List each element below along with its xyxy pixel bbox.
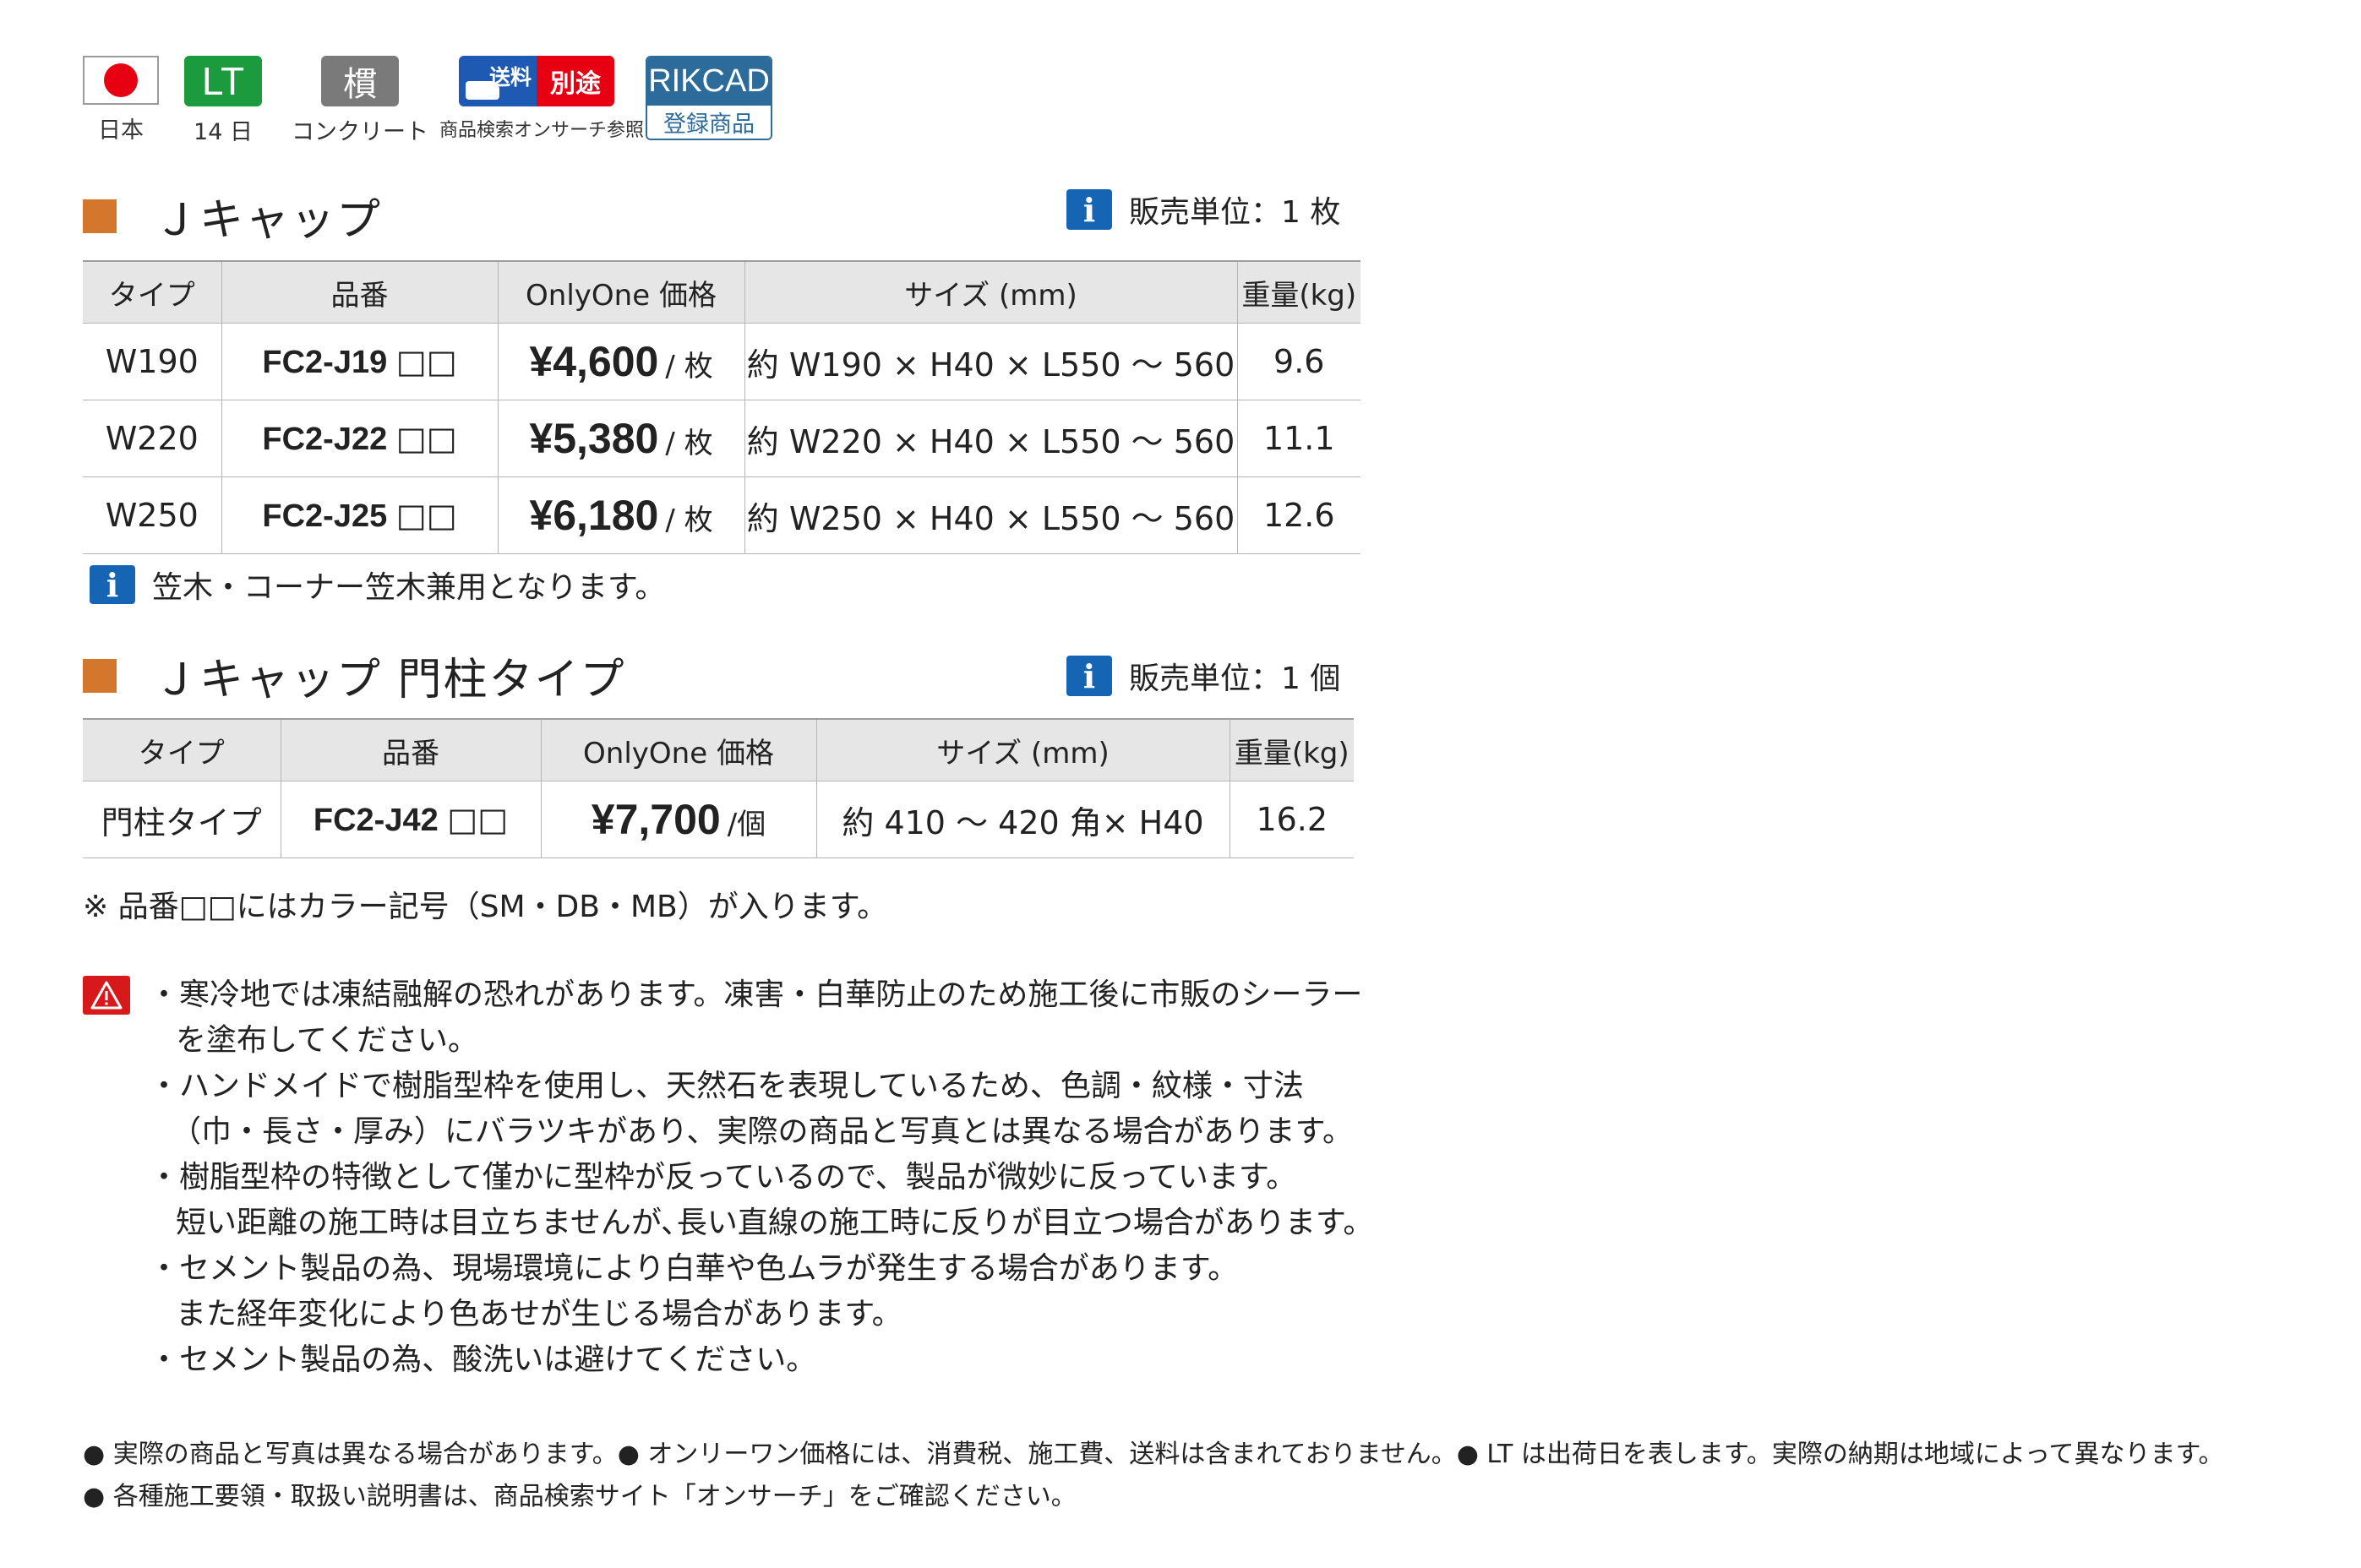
header-code: 品番: [280, 718, 542, 781]
shipping-label: 商品検索オンサーチ参照: [439, 120, 645, 141]
header-price: OnlyOne 価格: [497, 260, 745, 324]
cell-type: W220: [83, 400, 222, 477]
shipping-mark-right: 別途: [537, 56, 614, 106]
cell-type: W250: [83, 476, 222, 554]
section1-sales-unit: i 販売単位：1 枚: [1066, 188, 1340, 231]
section2-title: Ｊキャップ 門柱タイプ: [154, 655, 626, 705]
shipping-mark-left: 送料: [488, 65, 532, 90]
caution-item: ・セメント製品の為、現場環境により白華や色ムラが発生する場合があります。 また経…: [149, 1251, 1239, 1331]
section1-table: タイプ 品番 OnlyOne 価格 サイズ (mm) 重量(kg) W190 F…: [83, 260, 1360, 554]
caution-item: ・寒冷地では凍結融解の恐れがあります。凍害・白華防止のため施工後に市販のシーラー…: [149, 977, 1363, 1058]
header-type: タイプ: [83, 718, 281, 781]
origin-badge: 日本: [83, 56, 159, 144]
cell-size: 約 W250 × H40 × L550 ～ 560: [744, 476, 1238, 554]
shipping-badge: 送料 別途 商品検索オンサーチ参照: [439, 56, 645, 142]
cell-size: 約 410 ～ 420 角× H40: [815, 781, 1230, 858]
section1-title: Ｊキャップ: [154, 195, 383, 246]
header-weight: 重量(kg): [1236, 260, 1360, 324]
cell-size: 約 W220 × H40 × L550 ～ 560: [744, 400, 1238, 477]
section2-sales-unit: i 販売単位：1 個: [1066, 654, 1340, 698]
cell-price: ¥7,700/個: [540, 781, 817, 858]
catalog-page: 日本 LT 14 日 樌 コンクリート 送料 別途 商品検索オンサーチ参照 RI…: [0, 0, 2361, 1568]
section2-table: タイプ 品番 OnlyOne 価格 サイズ (mm) 重量(kg) 門柱タイプ …: [83, 718, 1354, 858]
shipping-mark: 送料 別途: [459, 56, 614, 106]
rikcad-mark: RIKCAD: [647, 57, 771, 106]
japan-flag-icon: [83, 56, 159, 105]
cell-code: FC2-J19 □□: [221, 323, 499, 400]
lead-time-label: 14 日: [194, 119, 253, 145]
caution-item: ・セメント製品の為、酸洗いは避けてください。: [149, 1342, 817, 1377]
bottom-note: ● 実際の商品と写真は異なる場合があります。● オンリーワン価格には、消費税、施…: [83, 1440, 2224, 1469]
section-marker-icon: [83, 199, 117, 233]
material-badge: 樌 コンクリート: [284, 56, 436, 146]
info-icon: i: [1066, 189, 1112, 230]
section-marker-icon: [83, 658, 117, 693]
header-size: サイズ (mm): [744, 260, 1238, 324]
rikcad-badge: RIKCAD 登録商品: [646, 56, 772, 140]
section1-heading: Ｊキャップ: [83, 184, 382, 248]
cell-code: FC2-J22 □□: [221, 400, 499, 477]
table-row: W190 FC2-J19 □□ ¥4,600/ 枚 約 W190 × H40 ×…: [83, 323, 1360, 400]
header-code: 品番: [221, 260, 499, 324]
truck-icon: 送料: [459, 56, 537, 106]
cell-type: W190: [83, 323, 222, 400]
header-type: タイプ: [83, 260, 222, 324]
warning-icon: [83, 976, 130, 1015]
header-weight: 重量(kg): [1229, 718, 1354, 781]
color-code-note: ※ 品番□□にはカラー記号（SM・DB・MB）が入ります。: [83, 890, 888, 924]
section2-unit-text: 販売単位：1 個: [1129, 662, 1341, 696]
cell-code: FC2-J42 □□: [280, 781, 542, 858]
material-label: コンクリート: [292, 119, 428, 145]
header-size: サイズ (mm): [815, 718, 1230, 781]
table-row: W220 FC2-J22 □□ ¥5,380/ 枚 約 W220 × H40 ×…: [83, 400, 1360, 477]
table-header-row: タイプ 品番 OnlyOne 価格 サイズ (mm) 重量(kg): [83, 718, 1354, 781]
caution-item: ・樹脂型枠の特徴として僅かに型枠が反っているので、製品が微妙に反っています。 短…: [149, 1160, 1374, 1240]
cell-price: ¥4,600/ 枚: [497, 323, 745, 400]
section1-note: i 笠木・コーナー笠木兼用となります。: [83, 563, 665, 607]
info-icon: i: [1066, 656, 1112, 696]
cell-code: FC2-J25 □□: [221, 476, 499, 554]
cell-price: ¥5,380/ 枚: [497, 400, 745, 477]
cell-weight: 9.6: [1236, 323, 1360, 400]
cell-weight: 12.6: [1236, 476, 1360, 554]
section1-unit-text: 販売単位：1 枚: [1129, 195, 1341, 230]
caution-item: ・ハンドメイドで樹脂型枠を使用し、天然石を表現しているため、色調・紋様・寸法 （…: [149, 1069, 1353, 1149]
rikcad-label: 登録商品: [647, 105, 771, 139]
table-header-row: タイプ 品番 OnlyOne 価格 サイズ (mm) 重量(kg): [83, 260, 1360, 324]
cell-price: ¥6,180/ 枚: [497, 476, 745, 554]
origin-label: 日本: [98, 117, 144, 144]
cell-size: 約 W190 × H40 × L550 ～ 560: [744, 323, 1238, 400]
table-row: W250 FC2-J25 □□ ¥6,180/ 枚 約 W250 × H40 ×…: [83, 476, 1360, 554]
cell-type: 門柱タイプ: [83, 781, 281, 858]
section1-note-text: 笠木・コーナー笠木兼用となります。: [152, 570, 666, 605]
cell-weight: 16.2: [1229, 781, 1354, 858]
table-row: 門柱タイプ FC2-J42 □□ ¥7,700/個 約 410 ～ 420 角×…: [83, 781, 1354, 858]
lead-time-badge: LT 14 日: [184, 56, 262, 146]
material-mark: 樌: [321, 56, 399, 106]
lead-time-mark: LT: [184, 56, 262, 106]
header-price: OnlyOne 価格: [540, 718, 817, 781]
section2-heading: Ｊキャップ 門柱タイプ: [83, 644, 626, 707]
info-icon: i: [90, 565, 135, 604]
bottom-note: ● 各種施工要領・取扱い説明書は、商品検索サイト「オンサーチ」をご確認ください。: [83, 1482, 1077, 1511]
cell-weight: 11.1: [1236, 400, 1360, 477]
